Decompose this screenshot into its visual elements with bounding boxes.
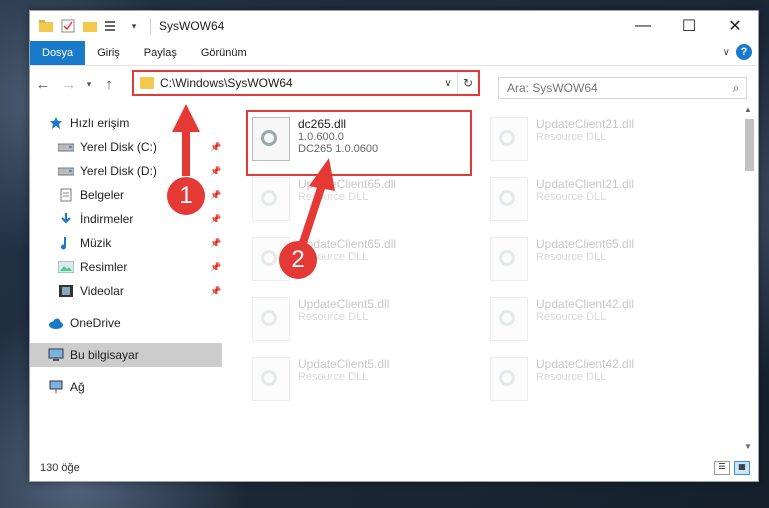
annotation-arrows	[172, 104, 335, 254]
annotation-badge-1: 1	[167, 177, 205, 215]
annotation-badge-2: 2	[279, 241, 317, 279]
